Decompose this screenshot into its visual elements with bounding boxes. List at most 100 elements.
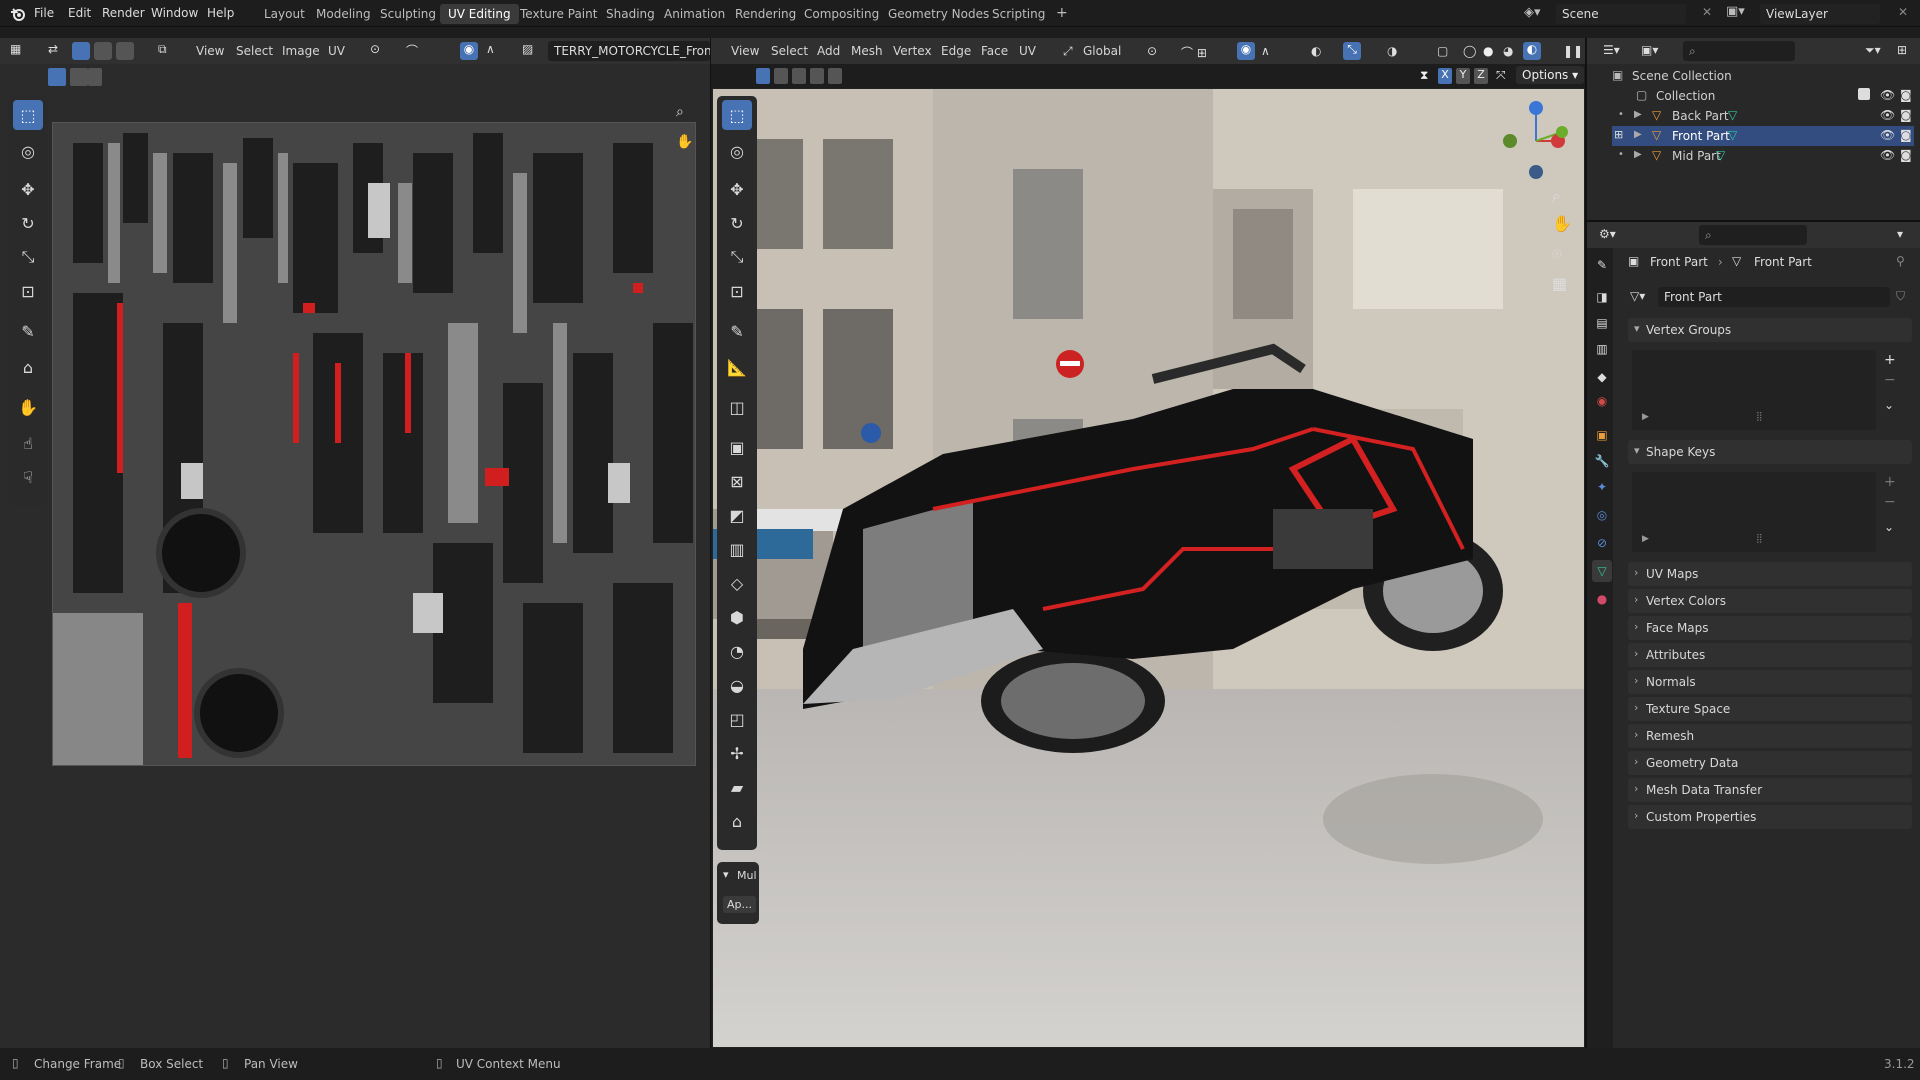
move-tool[interactable]: ✥ <box>13 174 43 204</box>
rotate-tool[interactable]: ↻ <box>13 208 43 238</box>
object-tab-icon[interactable]: ▣ <box>1592 424 1612 446</box>
vp-menu-edge[interactable]: Edge <box>941 44 971 58</box>
outliner-collection[interactable]: ▢ Collection 👁 ◙ <box>1612 86 1914 106</box>
annotate-tool[interactable]: ✎ <box>13 316 43 346</box>
mirror-icon[interactable]: ⧗ <box>1420 68 1428 83</box>
wireframe-shading-icon[interactable]: ◯ <box>1463 44 1476 58</box>
transform-tool[interactable]: ⊡ <box>13 276 43 306</box>
move-tool[interactable]: ✥ <box>722 174 752 204</box>
xray-icon[interactable]: ▢ <box>1437 44 1448 58</box>
cursor-tool[interactable]: ◎ <box>722 136 752 166</box>
pause-render-icon[interactable]: ❚❚ <box>1563 44 1583 58</box>
transform-tool[interactable]: ⊡ <box>722 276 752 306</box>
uv-sticky-icon[interactable]: ⧉ <box>158 42 176 60</box>
fake-user-icon[interactable]: ⛉ <box>1896 289 1905 304</box>
menu-edit[interactable]: Edit <box>68 6 91 20</box>
mesh-data-icon[interactable]: ▽ <box>1716 148 1725 162</box>
camera-icon[interactable]: ◙ <box>1900 108 1912 122</box>
menu-render[interactable]: Render <box>102 6 145 20</box>
camera-view-icon[interactable]: ⌾ <box>1552 244 1562 264</box>
select-box-tool[interactable]: ⬚ <box>13 100 43 130</box>
view-layer-icon[interactable]: ▣▾ <box>1726 4 1745 19</box>
tab-geometry-nodes[interactable]: Geometry Nodes <box>880 4 997 24</box>
cursor-tool[interactable]: ◎ <box>13 136 43 166</box>
filter-icon[interactable]: ⏷▾ <box>1865 43 1881 58</box>
outliner-editor-icon[interactable]: ☰▾ <box>1603 43 1620 57</box>
mesh-name-field[interactable]: Front Part <box>1658 287 1890 307</box>
tab-shading[interactable]: Shading <box>598 4 663 24</box>
mirror-axis-x[interactable]: X <box>1438 68 1452 84</box>
edit-mode-icon[interactable]: ⊞ <box>1614 128 1623 141</box>
menu-file[interactable]: File <box>34 6 54 20</box>
uv-menu-image[interactable]: Image <box>282 44 320 58</box>
tab-sculpting[interactable]: Sculpting <box>372 4 444 24</box>
add-workspace-icon[interactable]: + <box>1048 4 1076 24</box>
vp-select-intersect-icon[interactable] <box>828 68 842 84</box>
vp-menu-select[interactable]: Select <box>771 44 808 58</box>
breadcrumb-object[interactable]: Front Part <box>1650 255 1708 269</box>
expand-arrow-icon[interactable]: ▶ <box>1634 149 1642 160</box>
world-tab-icon[interactable]: ◉ <box>1592 390 1612 412</box>
tab-layout[interactable]: Layout <box>256 4 313 24</box>
scale-tool[interactable]: ⤡ <box>13 242 43 272</box>
perspective-toggle-icon[interactable]: ▦ <box>1552 274 1567 293</box>
solid-shading-icon[interactable]: ● <box>1483 44 1493 58</box>
visibility-icon[interactable]: ◐ <box>1311 44 1321 58</box>
edge-select-icon[interactable] <box>94 42 112 60</box>
uv-select-mode-icon[interactable] <box>48 68 66 86</box>
shape-keys-panel-header[interactable]: ▾ Shape Keys <box>1628 440 1912 464</box>
tab-scripting[interactable]: Scripting <box>984 4 1053 24</box>
rip-region-tool[interactable]: ⌂ <box>722 806 752 836</box>
zoom-icon[interactable]: ⌕ <box>676 104 684 120</box>
mesh-data-icon[interactable]: ▽ <box>1728 128 1737 142</box>
menu-window[interactable]: Window <box>151 6 198 20</box>
mesh-data-tab-icon[interactable]: ▽ <box>1592 560 1612 582</box>
face-select-icon[interactable] <box>116 42 134 60</box>
rotate-tool[interactable]: ↻ <box>722 208 752 238</box>
uv-menu-uv[interactable]: UV <box>328 44 345 58</box>
vp-menu-mesh[interactable]: Mesh <box>851 44 883 58</box>
geometry-data-panel[interactable]: › Geometry Data <box>1628 751 1912 775</box>
pan-hand-icon[interactable]: ✋ <box>1552 214 1572 233</box>
normals-panel[interactable]: › Normals <box>1628 670 1912 694</box>
transform-orientation[interactable]: Global <box>1083 44 1121 58</box>
zoom-icon[interactable]: ⌕ <box>1552 186 1561 206</box>
falloff-icon[interactable]: ∧ <box>1261 44 1270 58</box>
edge-slide-tool[interactable]: ◰ <box>722 704 752 734</box>
remesh-panel[interactable]: › Remesh <box>1628 724 1912 748</box>
outliner-item-back-part[interactable]: • ▶ ▽ Back Part ▽ 👁 ◙ <box>1612 106 1914 126</box>
bevel-tool[interactable]: ◩ <box>722 500 752 530</box>
vp-select-new-icon[interactable] <box>756 68 770 84</box>
grab-tool[interactable]: ✋ <box>13 392 43 422</box>
image-browse-icon[interactable]: ▨ <box>522 42 540 60</box>
poly-build-tool[interactable]: ⬢ <box>722 602 752 632</box>
tab-uv-editing[interactable]: UV Editing <box>440 4 519 24</box>
outliner-item-front-part[interactable]: ⊞ ▶ ▽ Front Part ▽ 👁 ◙ <box>1612 126 1914 146</box>
render-tab-icon[interactable]: ◨ <box>1592 286 1612 308</box>
camera-icon[interactable]: ◙ <box>1900 148 1912 162</box>
inset-tool[interactable]: ⊠ <box>722 466 752 496</box>
list-expand-icon[interactable]: ▶ <box>1642 534 1649 544</box>
menu-help[interactable]: Help <box>207 6 234 20</box>
uv-texture-image[interactable] <box>52 122 696 766</box>
outliner-search-input[interactable]: ⌕ <box>1683 41 1795 61</box>
blender-logo-icon[interactable] <box>10 6 26 22</box>
outliner-item-mid-part[interactable]: • ▶ ▽ Mid Part ▽ 👁 ◙ <box>1612 146 1914 166</box>
loop-cut-tool[interactable]: ▥ <box>722 534 752 564</box>
vertex-group-specials-icon[interactable]: ⌄ <box>1884 398 1894 412</box>
vp-menu-uv[interactable]: UV <box>1019 44 1036 58</box>
proportional-edit-icon[interactable]: ◉ <box>460 42 478 60</box>
particles-tab-icon[interactable]: ✦ <box>1592 476 1612 498</box>
relax-tool[interactable]: ☝ <box>13 428 43 458</box>
shape-keys-list[interactable]: ▶ ⣿ <box>1632 472 1876 552</box>
chevron-down-icon[interactable]: ▾ <box>723 868 729 881</box>
constraints-tab-icon[interactable]: ⊘ <box>1592 532 1612 554</box>
image-name-field[interactable]: TERRY_MOTORCYCLE_Front Pa <box>548 41 710 61</box>
camera-icon[interactable]: ◙ <box>1900 128 1912 142</box>
vertex-groups-list[interactable]: ▶ ⣿ <box>1632 350 1876 430</box>
snap-icon[interactable]: ⌒ <box>406 42 424 60</box>
eye-icon[interactable]: 👁 <box>1880 88 1895 102</box>
eye-icon[interactable]: 👁 <box>1880 148 1895 162</box>
annotate-tool[interactable]: ✎ <box>722 316 752 346</box>
falloff-icon[interactable]: ∧ <box>486 42 504 60</box>
